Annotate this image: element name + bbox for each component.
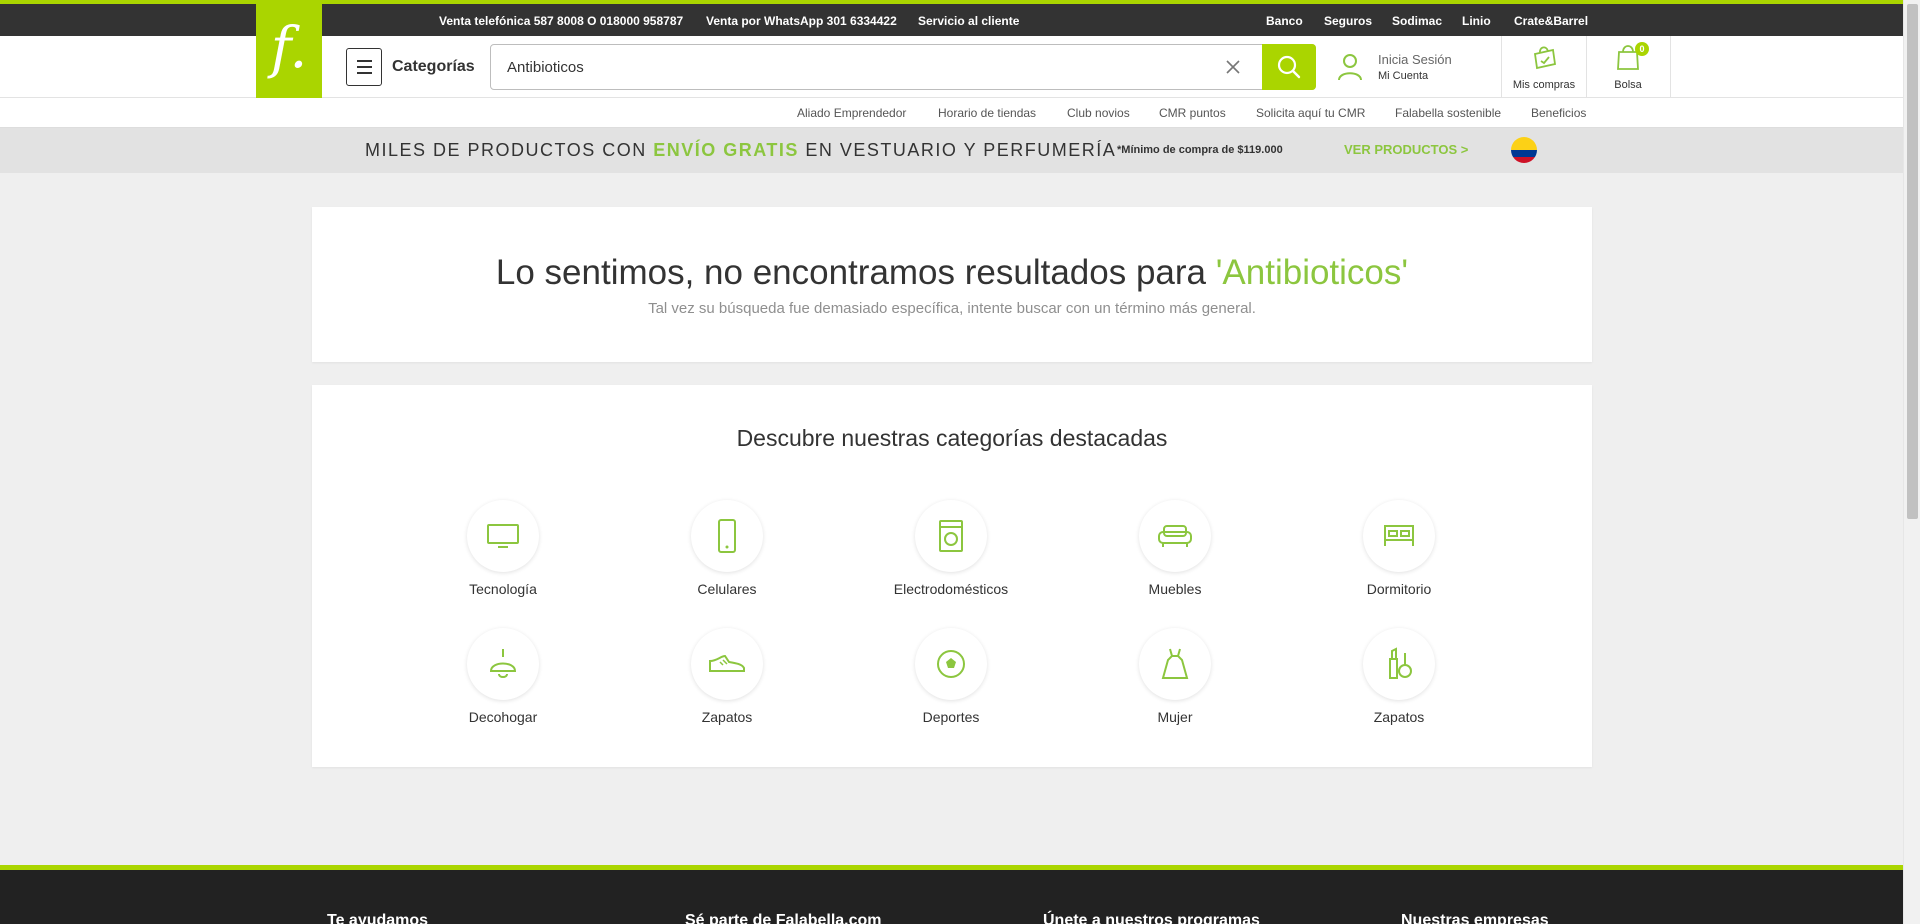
nav-solicita-cmr[interactable]: Solicita aquí tu CMR [1256, 106, 1365, 120]
my-account-label: Mi Cuenta [1378, 70, 1429, 82]
category-label: Mujer [1157, 709, 1193, 725]
search-term: 'Antibioticos' [1215, 253, 1409, 292]
search-button[interactable] [1262, 44, 1316, 90]
shopping-bag-button[interactable]: 0 Bolsa [1586, 40, 1670, 91]
logo-glyph: f. [270, 16, 308, 81]
promo-text-after: EN VESTUARIO Y PERFUMERÍA [798, 140, 1117, 160]
clear-search-icon[interactable] [1223, 57, 1243, 77]
dress-icon [1139, 628, 1211, 700]
category-muebles[interactable]: Muebles [1095, 500, 1255, 597]
secondary-nav: Aliado Emprendedor Horario de tiendas Cl… [0, 98, 1903, 128]
promo-message: MILES DE PRODUCTOS CON ENVÍO GRATIS EN V… [365, 140, 1116, 161]
divider [1670, 36, 1671, 98]
nav-aliado-emprendedor[interactable]: Aliado Emprendedor [797, 106, 906, 120]
user-icon [1338, 54, 1362, 81]
my-purchases-button[interactable]: Mis compras [1502, 42, 1586, 91]
colombia-flag-icon[interactable] [1511, 137, 1537, 163]
promo-banner: MILES DE PRODUCTOS CON ENVÍO GRATIS EN V… [0, 128, 1903, 173]
bag-count-badge: 0 [1635, 42, 1649, 56]
category-celulares[interactable]: Celulares [647, 500, 807, 597]
featured-categories-title: Descubre nuestras categorías destacadas [736, 425, 1168, 451]
seguros-link[interactable]: Seguros [1324, 14, 1372, 28]
sofa-icon [1139, 500, 1211, 572]
purchases-bag-icon [1533, 46, 1557, 70]
sodimac-link[interactable]: Sodimac [1392, 14, 1442, 28]
no-results-prefix: Lo sentimos, no encontramos resultados p… [495, 253, 1216, 292]
page-scrollbar[interactable] [1903, 0, 1920, 924]
category-electrodomesticos[interactable]: Electrodomésticos [871, 500, 1031, 597]
view-products-link[interactable]: VER PRODUCTOS > [1344, 142, 1468, 157]
category-tecnologia[interactable]: Tecnología [423, 500, 583, 597]
sneaker-icon [691, 628, 763, 700]
bed-icon [1363, 500, 1435, 572]
no-results-title: Lo sentimos, no encontramos resultados p… [312, 253, 1592, 293]
search-input[interactable] [507, 45, 1207, 89]
whatsapp-sales-link[interactable]: Venta por WhatsApp 301 6334422 [706, 14, 897, 28]
customer-service-link[interactable]: Servicio al cliente [918, 14, 1019, 28]
lamp-icon [467, 628, 539, 700]
footer-heading-join[interactable]: Sé parte de Falabella.com [685, 912, 882, 924]
crate-barrel-link[interactable]: Crate&Barrel [1514, 14, 1588, 28]
banco-link[interactable]: Banco [1266, 14, 1303, 28]
category-label: Zapatos [1373, 709, 1425, 725]
nav-falabella-sostenible[interactable]: Falabella sostenible [1395, 106, 1501, 120]
category-dormitorio[interactable]: Dormitorio [1319, 500, 1479, 597]
footer-heading-companies[interactable]: Nuestras empresas [1401, 912, 1549, 924]
footer-heading-programs[interactable]: Únete a nuestros programas [1043, 912, 1260, 924]
category-label: Tecnología [469, 581, 537, 597]
promo-highlight: ENVÍO GRATIS [653, 140, 799, 160]
footer-heading-help[interactable]: Te ayudamos [327, 912, 428, 924]
phone-sales-link[interactable]: Venta telefónica 587 8008 O 018000 95878… [439, 14, 683, 28]
category-zapatos-2[interactable]: Zapatos [1319, 628, 1479, 725]
account-login[interactable]: Inicia Sesión Mi Cuenta [1336, 44, 1452, 90]
footer: Te ayudamos Sé parte de Falabella.com Ún… [0, 865, 1903, 924]
nav-beneficios[interactable]: Beneficios [1531, 106, 1586, 120]
soccer-ball-icon [915, 628, 987, 700]
hamburger-icon [346, 48, 382, 86]
category-label: Celulares [697, 581, 757, 597]
category-decohogar[interactable]: Decohogar [423, 628, 583, 725]
scrollbar-thumb[interactable] [1907, 4, 1918, 519]
category-label: Deportes [922, 709, 980, 725]
bag-label: Bolsa [1614, 79, 1642, 91]
nav-cmr-puntos[interactable]: CMR puntos [1159, 106, 1226, 120]
category-label: Decohogar [468, 709, 538, 725]
no-results-card: Lo sentimos, no encontramos resultados p… [312, 207, 1592, 362]
linio-link[interactable]: Linio [1462, 14, 1491, 28]
tv-icon [467, 500, 539, 572]
category-mujer[interactable]: Mujer [1095, 628, 1255, 725]
search-bar [490, 44, 1316, 90]
category-label: Electrodomésticos [893, 581, 1009, 597]
smartphone-icon [691, 500, 763, 572]
nav-club-novios[interactable]: Club novios [1067, 106, 1130, 120]
categories-button[interactable]: Categorías [346, 48, 475, 86]
category-label: Dormitorio [1366, 581, 1432, 597]
search-icon [1277, 55, 1301, 79]
category-label: Muebles [1148, 581, 1202, 597]
my-purchases-label: Mis compras [1512, 79, 1576, 91]
cosmetics-icon [1363, 628, 1435, 700]
falabella-logo[interactable]: f. [256, 0, 322, 98]
promo-minimum-note: *Mínimo de compra de $119.000 [1117, 144, 1283, 156]
category-label: Zapatos [701, 709, 753, 725]
category-zapatos[interactable]: Zapatos [647, 628, 807, 725]
promo-text-before: MILES DE PRODUCTOS CON [365, 140, 654, 160]
washing-machine-icon [915, 500, 987, 572]
nav-horario-tiendas[interactable]: Horario de tiendas [938, 106, 1036, 120]
login-label: Inicia Sesión [1378, 52, 1452, 67]
featured-categories-card: Descubre nuestras categorías destacadas … [312, 385, 1592, 767]
no-results-subtitle: Tal vez su búsqueda fue demasiado especí… [648, 300, 1256, 317]
categories-label: Categorías [392, 58, 475, 75]
category-deportes[interactable]: Deportes [871, 628, 1031, 725]
